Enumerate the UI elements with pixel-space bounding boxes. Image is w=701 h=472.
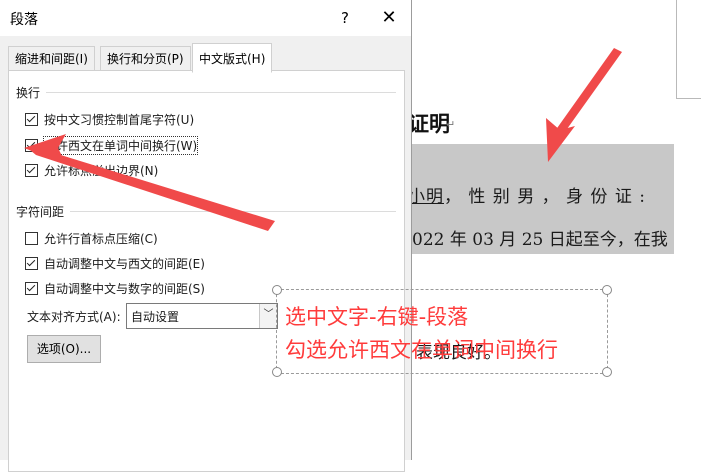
document-heading: 证明 [408, 112, 450, 136]
checkbox-checked[interactable] [25, 138, 38, 152]
tab-line-page-breaks[interactable]: 换行和分页(P) [100, 46, 191, 71]
resize-handle[interactable] [272, 367, 282, 377]
paragraph-dialog: 段落 ? ✕ 缩进和间距(I) 换行和分页(P) 中文版式(H) 换行 按中文习… [0, 0, 412, 472]
option-label: 自动调整中文与西文的间距(E) [44, 256, 205, 271]
document-line-1: 小明， 性 别 男 ， 身 份 证 : [408, 182, 674, 207]
option-label: 允许西文在单词中间换行(W) [42, 135, 199, 155]
option-label: 允许标点溢出边界(N) [44, 163, 159, 178]
option-hanging-punctuation[interactable]: 允许标点溢出边界(N) [25, 162, 158, 178]
option-label: 按中文习惯控制首尾字符(U) [44, 112, 195, 127]
option-allow-latin-wrap[interactable]: 允许西文在单词中间换行(W) [25, 135, 199, 155]
resize-handle[interactable] [272, 285, 282, 295]
checkbox-checked[interactable] [25, 112, 38, 126]
text-alignment-value: 自动设置 [131, 310, 180, 324]
annotation-line-1: 选中文字-右键-段落 [285, 305, 469, 329]
checkbox-checked[interactable] [25, 256, 38, 270]
option-first-last-char[interactable]: 按中文习惯控制首尾字符(U) [25, 111, 194, 127]
close-button[interactable]: ✕ [372, 6, 406, 30]
resize-handle[interactable] [602, 367, 612, 377]
page-margin-corner-mark [676, 0, 677, 99]
checkbox-unchecked[interactable] [25, 231, 38, 245]
tab-indent-spacing[interactable]: 缩进和间距(I) [8, 46, 95, 71]
text-alignment-label: 文本对齐方式(A): [27, 310, 121, 324]
dialog-titlebar[interactable]: 段落 ? ✕ [0, 0, 411, 36]
resize-handle[interactable] [602, 285, 612, 295]
option-compress-punctuation[interactable]: 允许行首标点压缩(C) [25, 230, 158, 246]
checkbox-checked[interactable] [25, 281, 38, 295]
option-space-asian-latin[interactable]: 自动调整中文与西文的间距(E) [25, 255, 205, 271]
group-label-line-break: 换行 [16, 86, 41, 100]
option-label: 自动调整中文与数字的间距(S) [44, 281, 205, 296]
tab-asian-typography[interactable]: 中文版式(H) [192, 43, 273, 73]
page-margin-corner-mark-h [676, 98, 701, 99]
options-button[interactable]: 选项(O)... [27, 335, 101, 363]
paragraph-mark: ↵ [446, 118, 456, 131]
option-label: 允许行首标点压缩(C) [44, 231, 158, 246]
annotation-line-2: 勾选允许西文在单词中间换行 [285, 338, 558, 362]
chevron-down-icon[interactable]: ﹀ [259, 304, 277, 328]
option-space-asian-numbers[interactable]: 自动调整中文与数字的间距(S) [25, 280, 205, 296]
group-divider [70, 211, 396, 212]
help-button[interactable]: ? [330, 6, 360, 30]
document-line-2: 022 年 03 月 25 日起至今，在我 [412, 230, 668, 250]
dialog-title: 段落 [10, 12, 38, 28]
document-name-text: 小明 [408, 187, 444, 207]
checkbox-checked[interactable] [25, 163, 38, 177]
group-label-char-spacing: 字符间距 [16, 205, 65, 219]
group-divider [46, 92, 396, 93]
document-line-1-rest: ， 性 别 男 ， 身 份 证 : [444, 187, 646, 207]
text-alignment-select[interactable]: 自动设置 ﹀ [126, 303, 278, 329]
